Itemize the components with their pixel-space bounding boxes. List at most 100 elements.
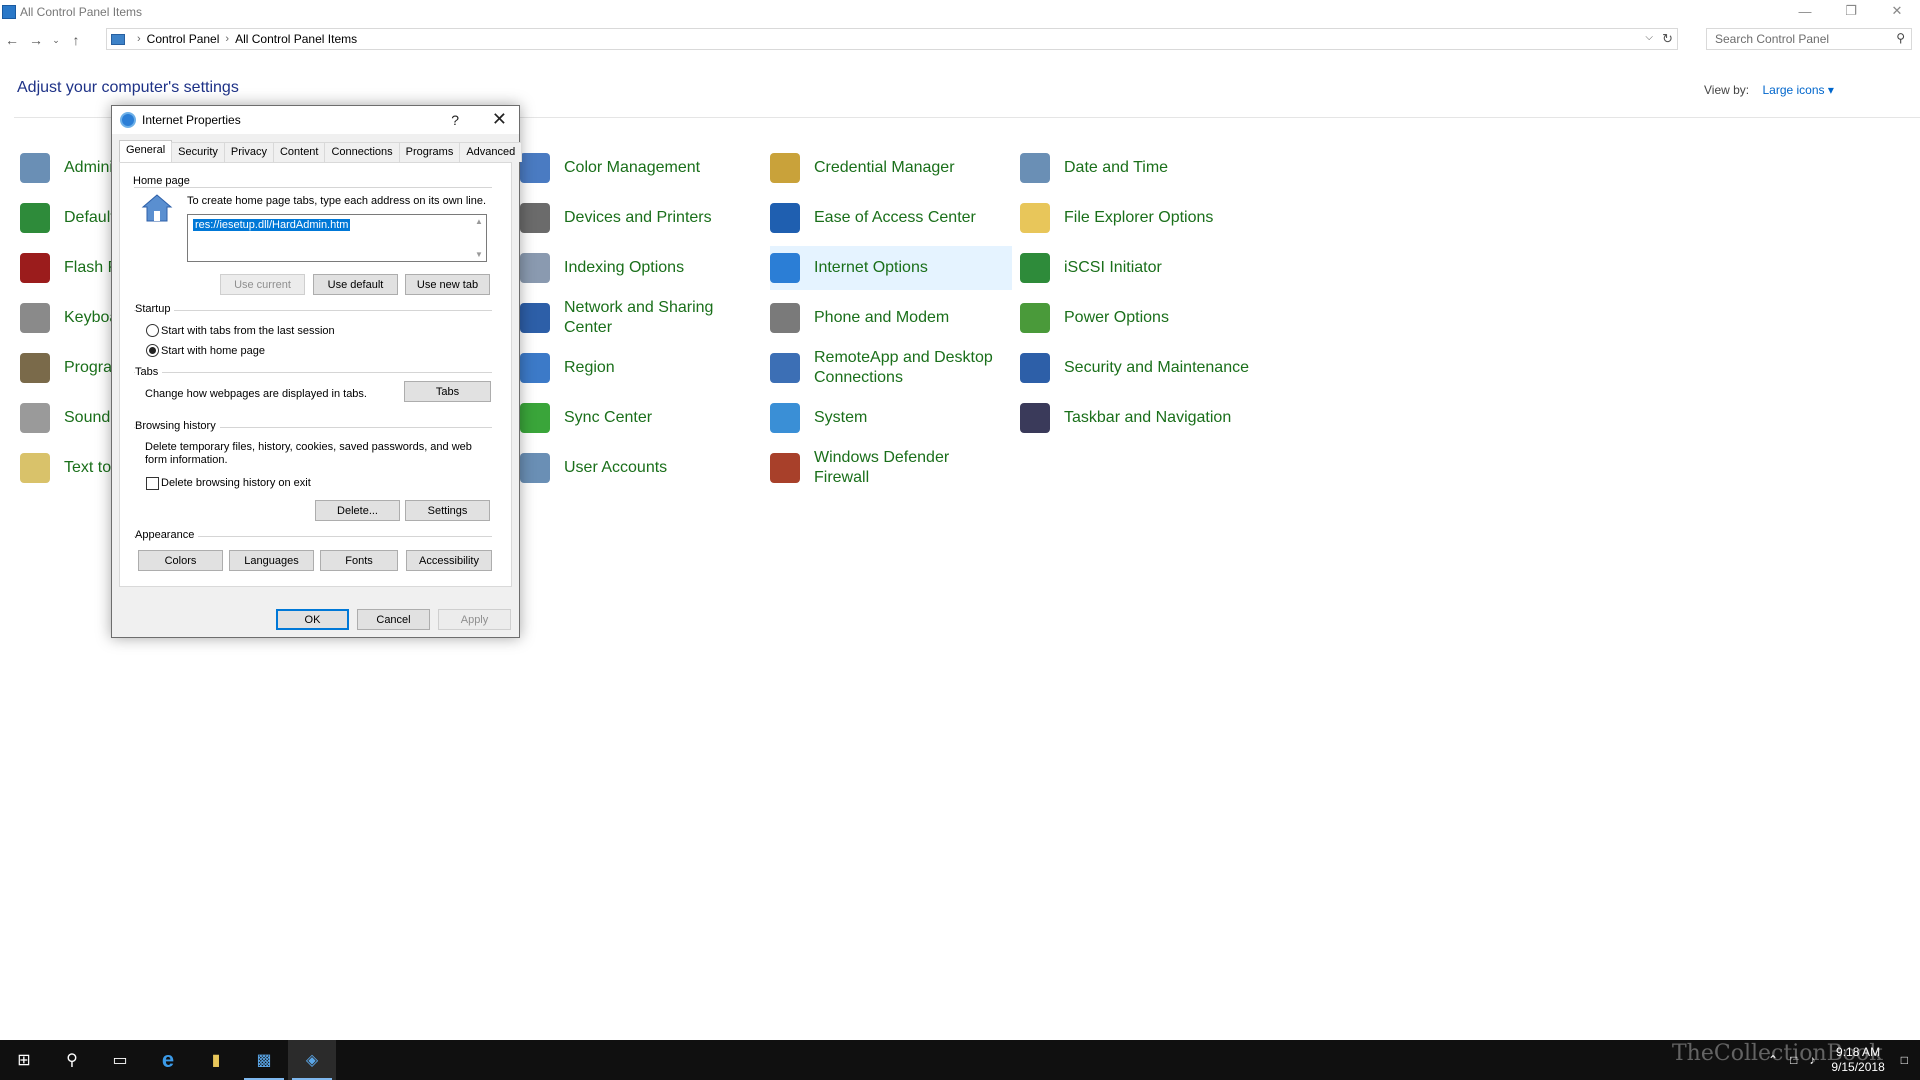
cancel-button[interactable]: Cancel — [357, 609, 430, 630]
tabs-group-line — [134, 372, 492, 373]
colors-button[interactable]: Colors — [138, 550, 223, 571]
cp-item-remoteapp-and-desktop-connections[interactable]: RemoteApp and Desktop Connections — [770, 346, 1012, 390]
window-title-bar: All Control Panel Items — ❐ ✕ — [0, 0, 1920, 24]
home-page-scrollbar[interactable]: ▲ ▼ — [472, 215, 486, 261]
breadcrumb-all-items[interactable]: All Control Panel Items — [235, 32, 357, 46]
use-current-button[interactable]: Use current — [220, 274, 305, 295]
cp-item-devices-and-printers[interactable]: Devices and Printers — [520, 196, 762, 240]
cp-item-user-accounts[interactable]: User Accounts — [520, 446, 762, 490]
cp-item-file-explorer-options[interactable]: File Explorer Options — [1020, 196, 1262, 240]
cp-item-security-and-maintenance[interactable]: Security and Maintenance — [1020, 346, 1262, 390]
scroll-up-icon[interactable]: ▲ — [475, 217, 483, 226]
tab-content[interactable]: Content — [272, 142, 326, 162]
minimize-button[interactable]: — — [1782, 0, 1828, 22]
delete-on-exit-checkbox[interactable] — [146, 477, 159, 490]
restore-button[interactable]: ❐ — [1828, 0, 1874, 22]
control-panel-taskbar-icon[interactable]: ▩ — [240, 1040, 288, 1080]
apply-button[interactable]: Apply — [438, 609, 511, 630]
languages-button[interactable]: Languages — [229, 550, 314, 571]
cp-item-admini[interactable]: Admini — [20, 146, 112, 190]
ok-button[interactable]: OK — [276, 609, 349, 630]
start-last-session-radio[interactable] — [146, 324, 159, 337]
cp-item-windows-defender-firewall[interactable]: Windows Defender Firewall — [770, 446, 1012, 490]
scroll-down-icon[interactable]: ▼ — [475, 250, 483, 259]
cp-item-label: Security and Maintenance — [1064, 359, 1249, 376]
tab-connections[interactable]: Connections — [324, 142, 400, 162]
start-home-page-label[interactable]: Start with home page — [161, 345, 265, 357]
cp-item-sync-center[interactable]: Sync Center — [520, 396, 762, 440]
address-dropdown-icon[interactable]: ⌵ — [1645, 32, 1653, 43]
cp-item-power-options[interactable]: Power Options — [1020, 296, 1262, 340]
use-default-button[interactable]: Use default — [313, 274, 398, 295]
cp-item-iscsi-initiator[interactable]: iSCSI Initiator — [1020, 246, 1262, 290]
start-button-icon[interactable]: ⊞ — [0, 1040, 48, 1080]
delete-button[interactable]: Delete... — [315, 500, 400, 521]
internet-properties-taskbar-icon[interactable]: ◈ — [288, 1040, 336, 1080]
help-button[interactable]: ? — [451, 112, 459, 128]
internet-explorer-icon[interactable]: e — [144, 1040, 192, 1080]
up-arrow-icon[interactable]: ↑ — [64, 29, 88, 51]
refresh-icon[interactable]: ↻ — [1662, 31, 1673, 47]
dialog-title-bar: Internet Properties ? ✕ — [112, 106, 519, 134]
iscsi-initiator-icon — [1020, 253, 1050, 283]
tab-advanced[interactable]: Advanced — [459, 142, 523, 162]
cp-item-date-and-time[interactable]: Date and Time — [1020, 146, 1262, 190]
cp-item-phone-and-modem[interactable]: Phone and Modem — [770, 296, 1012, 340]
cp-item-credential-manager[interactable]: Credential Manager — [770, 146, 1012, 190]
cp-item-text-to[interactable]: Text to — [20, 446, 112, 490]
cp-item-sound[interactable]: Sound — [20, 396, 112, 440]
cp-item-taskbar-and-navigation[interactable]: Taskbar and Navigation — [1020, 396, 1262, 440]
cp-item-system[interactable]: System — [770, 396, 1012, 440]
cp-item-label: Network and Sharing Center — [564, 299, 714, 336]
search-taskbar-icon[interactable]: ⚲ — [48, 1040, 96, 1080]
address-bar[interactable]: › Control Panel › All Control Panel Item… — [106, 28, 1678, 50]
cp-item-label: System — [814, 409, 868, 426]
recent-locations-chevron-icon[interactable]: ⌄ — [48, 29, 64, 51]
region-icon — [520, 353, 550, 383]
cp-item-ease-of-access-center[interactable]: Ease of Access Center — [770, 196, 1012, 240]
close-button[interactable]: ✕ — [1874, 0, 1920, 22]
view-by-value: Large icons — [1762, 83, 1825, 97]
search-icon[interactable]: ⚲ — [1896, 31, 1905, 45]
action-center-icon[interactable]: □ — [1901, 1053, 1908, 1067]
cp-item-label: Keyboa — [64, 309, 112, 326]
settings-button[interactable]: Settings — [405, 500, 490, 521]
view-by-dropdown[interactable]: Large icons ▾ — [1762, 83, 1833, 97]
cp-item-flash-p[interactable]: Flash P — [20, 246, 112, 290]
cp-item-progra[interactable]: Progra — [20, 346, 112, 390]
home-page-url-field[interactable]: res://iesetup.dll/HardAdmin.htm ▲ ▼ — [187, 214, 487, 262]
tab-programs[interactable]: Programs — [398, 142, 461, 162]
tabs-group-label: Tabs — [135, 366, 163, 378]
delete-on-exit-label[interactable]: Delete browsing history on exit — [161, 477, 311, 489]
cp-item-default[interactable]: Default — [20, 196, 112, 240]
accessibility-button[interactable]: Accessibility — [406, 550, 492, 571]
tab-general[interactable]: General — [119, 140, 173, 162]
firewall-icon — [770, 453, 800, 483]
cp-item-label: iSCSI Initiator — [1064, 259, 1162, 276]
security-maintenance-icon — [1020, 353, 1050, 383]
use-new-tab-button[interactable]: Use new tab — [405, 274, 490, 295]
tab-security[interactable]: Security — [171, 142, 225, 162]
power-options-icon — [1020, 303, 1050, 333]
forward-arrow-icon[interactable]: → — [24, 29, 48, 51]
tabs-button[interactable]: Tabs — [404, 381, 491, 402]
tab-privacy[interactable]: Privacy — [223, 142, 274, 162]
cp-item-internet-options[interactable]: Internet Options — [770, 246, 1012, 290]
cp-item-color-management[interactable]: Color Management — [520, 146, 762, 190]
keyboard-icon — [20, 303, 50, 333]
task-view-icon[interactable]: ▭ — [96, 1040, 144, 1080]
file-explorer-icon[interactable]: ▮ — [192, 1040, 240, 1080]
back-arrow-icon[interactable]: ← — [0, 29, 24, 51]
fonts-button[interactable]: Fonts — [320, 550, 398, 571]
start-last-session-label[interactable]: Start with tabs from the last session — [161, 325, 335, 337]
breadcrumb-control-panel[interactable]: Control Panel — [147, 32, 220, 46]
cp-item-indexing-options[interactable]: Indexing Options — [520, 246, 762, 290]
cp-item-network-and-sharing-center[interactable]: Network and Sharing Center — [520, 296, 762, 340]
cp-item-keyboa[interactable]: Keyboa — [20, 296, 112, 340]
search-input[interactable]: Search Control Panel ⚲ — [1706, 28, 1912, 50]
start-home-page-radio[interactable] — [146, 344, 159, 357]
dialog-close-button[interactable]: ✕ — [492, 109, 507, 130]
sync-center-icon — [520, 403, 550, 433]
startup-group-line — [134, 310, 492, 311]
cp-item-region[interactable]: Region — [520, 346, 762, 390]
